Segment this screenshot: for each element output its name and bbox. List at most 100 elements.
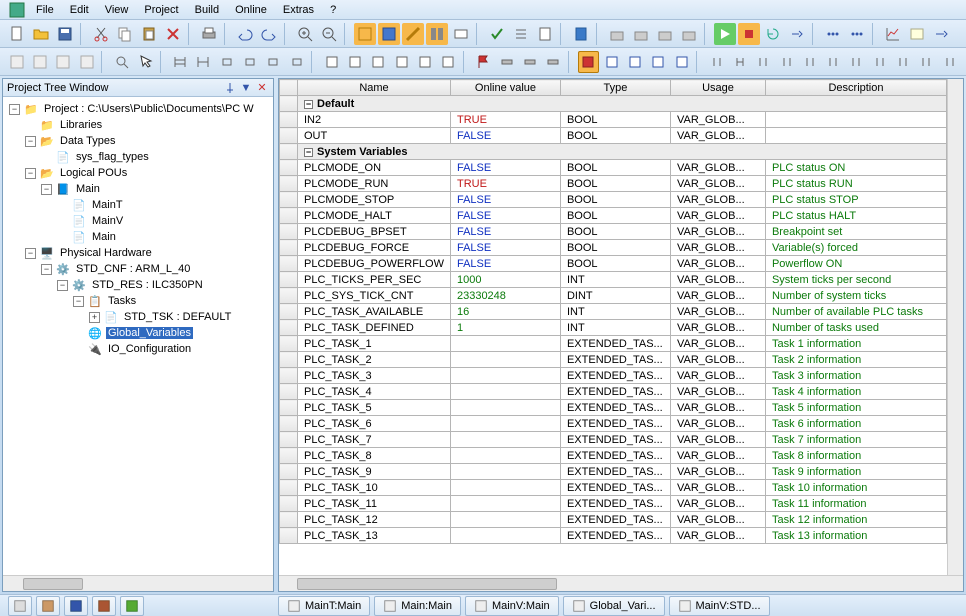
tree-tasks[interactable]: −📋Tasks <box>71 293 271 309</box>
cell-usage[interactable]: VAR_GLOB... <box>670 256 765 272</box>
cell-value[interactable] <box>450 416 560 432</box>
cell-description[interactable]: Task 12 information <box>765 512 946 528</box>
tree-std-res[interactable]: −⚙️STD_RES : ILC350PN <box>55 277 271 293</box>
cell-type[interactable]: INT <box>560 272 670 288</box>
cell-name[interactable]: PLC_TASK_1 <box>298 336 451 352</box>
cell-name[interactable]: OUT <box>298 128 451 144</box>
tree-logical-pous[interactable]: −📂Logical POUs <box>23 165 271 181</box>
view5-icon[interactable] <box>450 23 472 45</box>
coil7-icon[interactable] <box>846 51 867 73</box>
cell-value[interactable] <box>450 400 560 416</box>
cell-usage[interactable]: VAR_GLOB... <box>670 448 765 464</box>
editor-tab[interactable]: MainV:Main <box>465 596 559 616</box>
cell-type[interactable]: EXTENDED_TAS... <box>560 512 670 528</box>
grid-vscrollbar[interactable] <box>947 79 963 575</box>
variable-grid[interactable]: NameOnline valueTypeUsageDescription −De… <box>279 79 947 575</box>
grid-header-description[interactable]: Description <box>765 80 946 96</box>
project-tree[interactable]: −📁Project : C:\Users\Public\Documents\PC… <box>3 97 273 575</box>
cell-usage[interactable]: VAR_GLOB... <box>670 160 765 176</box>
cell-name[interactable]: PLC_TASK_2 <box>298 352 451 368</box>
cell-value[interactable] <box>450 448 560 464</box>
variable-row[interactable]: PLC_TASK_13EXTENDED_TAS...VAR_GLOB...Tas… <box>280 528 947 544</box>
cell-value[interactable]: FALSE <box>450 128 560 144</box>
cell-description[interactable]: Variable(s) forced <box>765 240 946 256</box>
fbd1-icon[interactable] <box>321 51 342 73</box>
cell-name[interactable]: PLC_TASK_4 <box>298 384 451 400</box>
debug-icon[interactable] <box>624 51 645 73</box>
tree-io-config[interactable]: 🔌IO_Configuration <box>71 341 271 357</box>
fbd5-icon[interactable] <box>414 51 435 73</box>
cell-description[interactable] <box>765 112 946 128</box>
cell-usage[interactable]: VAR_GLOB... <box>670 368 765 384</box>
cell-type[interactable]: BOOL <box>560 176 670 192</box>
cell-type[interactable]: BOOL <box>560 224 670 240</box>
group-row[interactable]: −System Variables <box>280 144 947 160</box>
stop-icon[interactable] <box>738 23 760 45</box>
cell-description[interactable]: Task 1 information <box>765 336 946 352</box>
cell-name[interactable]: PLC_TASK_9 <box>298 464 451 480</box>
cell-description[interactable]: Breakpoint set <box>765 224 946 240</box>
cell-name[interactable]: PLCMODE_STOP <box>298 192 451 208</box>
cell-description[interactable]: Task 2 information <box>765 352 946 368</box>
cell-value[interactable]: 23330248 <box>450 288 560 304</box>
new-icon[interactable] <box>6 23 28 45</box>
menu-extras[interactable]: Extras <box>275 2 322 18</box>
coil4-icon[interactable] <box>776 51 797 73</box>
tree-mainv[interactable]: 📄MainV <box>55 213 271 229</box>
editor-tab[interactable]: Global_Vari... <box>563 596 665 616</box>
zoom-in-icon[interactable] <box>294 23 316 45</box>
pointer-icon[interactable] <box>134 51 155 73</box>
cell-type[interactable]: EXTENDED_TAS... <box>560 336 670 352</box>
cell-description[interactable] <box>765 128 946 144</box>
cell-usage[interactable]: VAR_GLOB... <box>670 176 765 192</box>
cell-value[interactable] <box>450 384 560 400</box>
cell-type[interactable]: EXTENDED_TAS... <box>560 464 670 480</box>
img-icon[interactable] <box>906 23 928 45</box>
cut-icon[interactable] <box>90 23 112 45</box>
arrow-icon[interactable] <box>930 23 952 45</box>
coil1-icon[interactable] <box>706 51 727 73</box>
redo-icon[interactable] <box>258 23 280 45</box>
cell-usage[interactable]: VAR_GLOB... <box>670 192 765 208</box>
save-icon[interactable] <box>54 23 76 45</box>
ladder3-icon[interactable] <box>216 51 237 73</box>
cell-value[interactable]: FALSE <box>450 192 560 208</box>
cell-usage[interactable]: VAR_GLOB... <box>670 464 765 480</box>
editor-tab[interactable]: MainV:STD... <box>669 596 770 616</box>
cell-type[interactable]: BOOL <box>560 208 670 224</box>
cell-description[interactable]: Number of available PLC tasks <box>765 304 946 320</box>
check-icon[interactable] <box>486 23 508 45</box>
delete-icon[interactable] <box>162 23 184 45</box>
cell-type[interactable]: EXTENDED_TAS... <box>560 368 670 384</box>
cell-description[interactable]: Number of system ticks <box>765 288 946 304</box>
ladder6-icon[interactable] <box>286 51 307 73</box>
build1-icon[interactable] <box>606 23 628 45</box>
cell-value[interactable]: 16 <box>450 304 560 320</box>
cell-type[interactable]: EXTENDED_TAS... <box>560 528 670 544</box>
cell-description[interactable]: Task 3 information <box>765 368 946 384</box>
cell-type[interactable]: DINT <box>560 288 670 304</box>
search-icon[interactable] <box>111 51 132 73</box>
cell-description[interactable]: Task 13 information <box>765 528 946 544</box>
build2-icon[interactable] <box>630 23 652 45</box>
variable-row[interactable]: PLC_TASK_12EXTENDED_TAS...VAR_GLOB...Tas… <box>280 512 947 528</box>
grid-hscrollbar[interactable] <box>279 575 963 591</box>
cell-type[interactable]: BOOL <box>560 192 670 208</box>
cell-description[interactable]: PLC status RUN <box>765 176 946 192</box>
tree-sysflag[interactable]: 📄sys_flag_types <box>39 149 271 165</box>
status-tab[interactable] <box>120 596 144 616</box>
chart-icon[interactable] <box>882 23 904 45</box>
sq-icon[interactable] <box>496 51 517 73</box>
cell-value[interactable]: FALSE <box>450 256 560 272</box>
cell-value[interactable] <box>450 336 560 352</box>
cell-name[interactable]: PLCDEBUG_POWERFLOW <box>298 256 451 272</box>
t2-btn[interactable] <box>6 51 27 73</box>
tree-maint[interactable]: 📄MainT <box>55 197 271 213</box>
cell-value[interactable]: TRUE <box>450 176 560 192</box>
cell-name[interactable]: PLC_TASK_AVAILABLE <box>298 304 451 320</box>
cell-usage[interactable]: VAR_GLOB... <box>670 480 765 496</box>
cell-name[interactable]: PLC_TASK_5 <box>298 400 451 416</box>
cell-value[interactable]: FALSE <box>450 160 560 176</box>
doc-icon[interactable] <box>534 23 556 45</box>
cell-type[interactable]: BOOL <box>560 240 670 256</box>
